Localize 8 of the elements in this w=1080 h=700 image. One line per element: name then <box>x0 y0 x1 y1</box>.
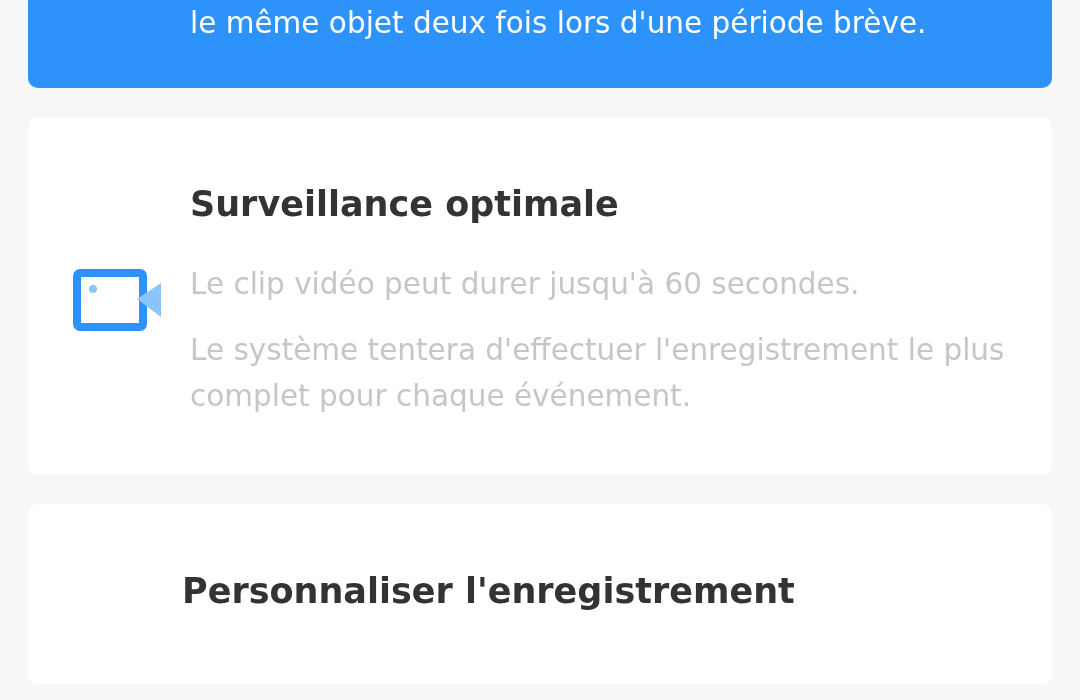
video-camera-icon <box>73 269 161 331</box>
option-description: le même objet deux fois lors d'une période brève. <box>190 5 928 42</box>
option-description: Le système tentera d'effectuer l'enregistrement le plus complet pour chaque événement. <box>190 332 1006 415</box>
option-description: Le clip vidéo peut durer jusqu'à 60 secondes. <box>190 266 861 303</box>
option-card[interactable]: Personnaliser l'enregistrement <box>28 504 1052 684</box>
option-title: Surveillance optimale <box>190 183 620 226</box>
option-card[interactable]: Surveillance optimale Le clip vidéo peut durer jusqu'à 60 secondes. Le système tentera d'effectuer l'enregistrement le plus complet pour chaque événement. <box>28 117 1052 475</box>
option-title: Personnaliser l'enregistrement <box>182 570 796 613</box>
